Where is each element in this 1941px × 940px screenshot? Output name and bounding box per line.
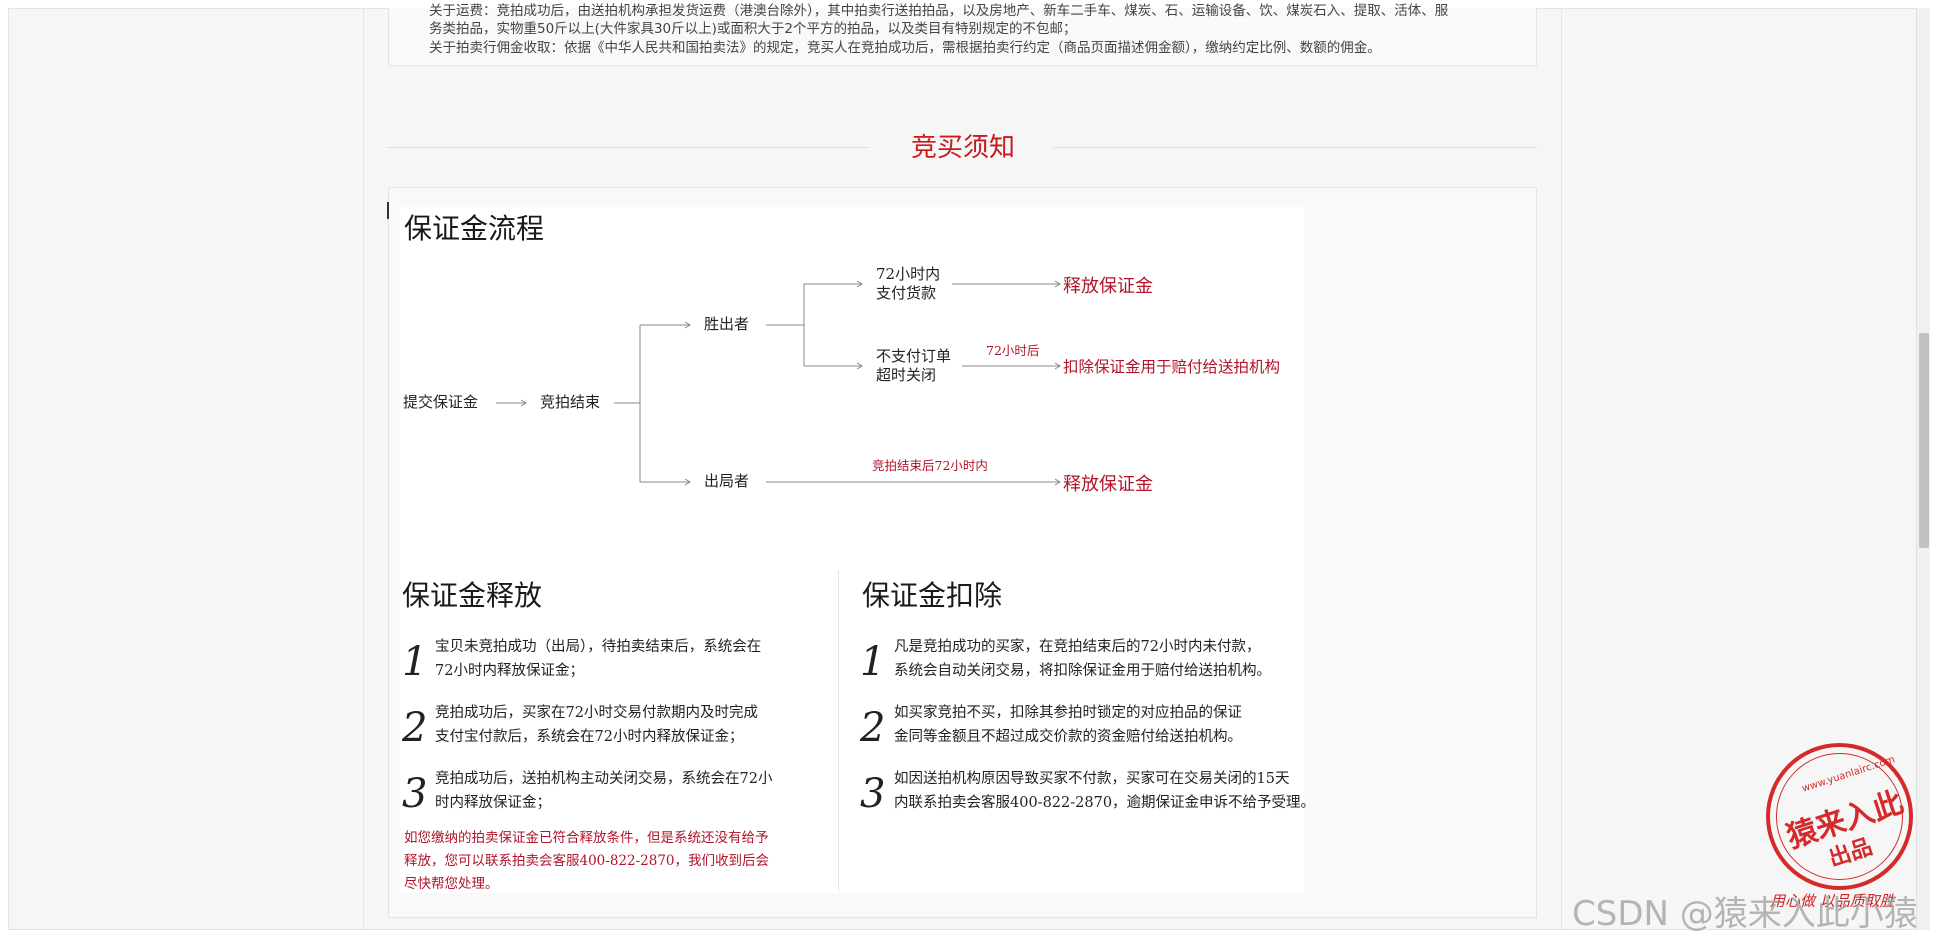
release-item-text: 时内释放保证金；: [435, 795, 551, 811]
release-item-text: 支付宝付款后，系统会在72小时内释放保证金；: [435, 729, 744, 745]
release-help-note: 释放，您可以联系拍卖会客服400-822-2870，我们收到后会: [404, 853, 770, 869]
column-divider: [838, 571, 839, 891]
deduct-item-text: 金同等金额且不超过成交价款的资金赔付给送拍机构。: [894, 729, 1242, 745]
divider-left: [388, 147, 868, 148]
flow-node-pay-72h-l1: 72小时内: [876, 265, 941, 283]
release-item-text: 72小时内释放保证金；: [435, 663, 584, 679]
deduct-item-number: 3: [860, 771, 886, 817]
release-help-note: 尽快帮您处理。: [404, 876, 499, 892]
divider-right: [1053, 147, 1537, 148]
flow-node-winner: 胜出者: [704, 315, 750, 333]
deduct-item-number: 2: [860, 705, 886, 751]
deduct-item-text: 内联系拍卖会客服400-822-2870，逾期保证金申诉不给予受理。: [894, 795, 1316, 811]
flow-node-loser: 出局者: [704, 472, 750, 490]
flow-result-release: 释放保证金: [1063, 276, 1153, 297]
notice-line: 务类拍品，实物重50斤以上(大件家具30斤以上)或面积大于2个平方的拍品，以及类…: [429, 21, 1077, 37]
release-item-text: 竞拍成功后，送拍机构主动关闭交易，系统会在72小: [435, 771, 773, 787]
flow-node-no-pay-l2: 超时关闭: [876, 366, 937, 384]
notice-line: 关于拍卖行佣金收取：依据《中华人民共和国拍卖法》的规定，竞买人在竞拍成功后，需根…: [429, 40, 1381, 56]
vertical-scrollbar[interactable]: [1916, 8, 1930, 930]
release-item-text: 竞拍成功后，买家在72小时交易付款期内及时完成: [435, 705, 758, 721]
section-title: 竞买须知: [910, 133, 1015, 163]
flow-note-within-72h: 竞拍结束后72小时内: [872, 458, 988, 473]
scrollbar-thumb[interactable]: [1919, 333, 1929, 548]
release-item-number: 2: [402, 705, 428, 751]
flow-note-after-72h: 72小时后: [986, 343, 1040, 358]
flow-node-no-pay-l1: 不支付订单: [876, 347, 952, 365]
flow-node-submit-deposit: 提交保证金: [403, 393, 479, 411]
deduct-item-text: 系统会自动关闭交易，将扣除保证金用于赔付给送拍机构。: [894, 663, 1271, 679]
release-item-text: 宝贝未竞拍成功（出局），待拍卖结束后，系统会在: [435, 639, 762, 655]
deduct-item-text: 凡是竞拍成功的买家，在竞拍结束后的72小时内未付款，: [894, 639, 1261, 655]
content-left-border: [363, 9, 364, 929]
deduct-item-number: 1: [860, 639, 886, 685]
release-help-note: 如您缴纳的拍卖保证金已符合释放条件，但是系统还没有给予: [404, 830, 769, 846]
deduct-item-text: 如因送拍机构原因导致买家不付款，买家可在交易关闭的15天: [894, 771, 1290, 787]
csdn-watermark: CSDN @猿来入此小猿: [1572, 894, 1918, 934]
deduct-item-text: 如买家竞拍不买，扣除其参拍时锁定的对应拍品的保证: [894, 705, 1242, 721]
deposit-info-image: 保证金流程 提交保证金 竞拍结束 胜出者 出局者 72小时内 支付货款 不支付订…: [400, 207, 1315, 893]
flow-node-pay-72h-l2: 支付货款: [876, 284, 937, 302]
brand-seal-stamp: www.yuanlairc.com 猿来入此 出品: [1766, 743, 1913, 890]
auction-notice-box: 关于运费：竞拍成功后，由送拍机构承担发货运费（港澳台除外），其中拍卖行送拍拍品，…: [388, 3, 1537, 66]
flow-node-auction-end: 竞拍结束: [540, 393, 601, 411]
flow-result-deduct: 扣除保证金用于赔付给送拍机构: [1063, 358, 1281, 376]
text-cursor: [387, 202, 389, 219]
bidding-notice-heading: 竞买须知: [388, 128, 1537, 168]
notice-line: 关于运费：竞拍成功后，由送拍机构承担发货运费（港澳台除外），其中拍卖行送拍拍品，…: [429, 3, 1449, 19]
flow-result-release-loser: 释放保证金: [1063, 474, 1153, 495]
content-right-border: [1561, 9, 1562, 929]
release-item-number: 1: [402, 639, 428, 685]
deposit-release-title: 保证金释放: [402, 579, 543, 612]
deposit-deduct-title: 保证金扣除: [862, 579, 1003, 612]
release-item-number: 3: [402, 771, 428, 817]
